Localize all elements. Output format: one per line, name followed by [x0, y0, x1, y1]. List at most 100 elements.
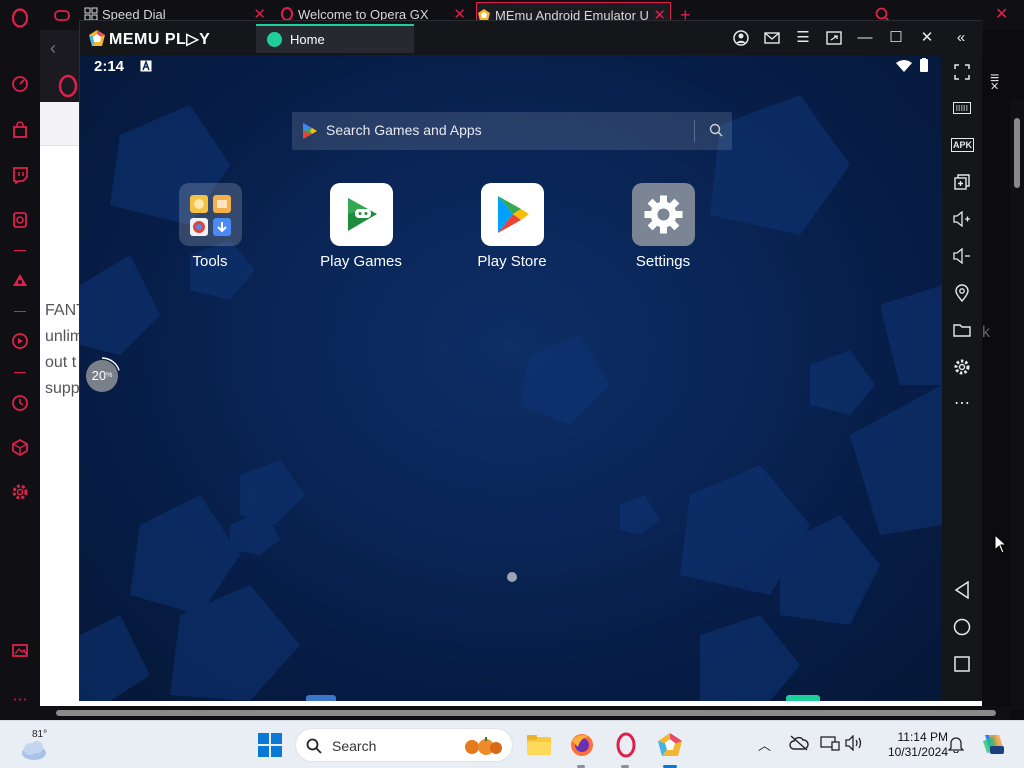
speedometer-icon[interactable]	[10, 74, 30, 94]
dock-strip	[126, 687, 926, 701]
mail-icon[interactable]	[761, 27, 783, 49]
volume-down-icon[interactable]	[951, 245, 973, 267]
twitch-icon[interactable]	[10, 165, 30, 185]
keyboard-icon[interactable]	[951, 97, 973, 119]
show-hidden-icons-chevron[interactable]: ︿	[758, 735, 771, 754]
android-back-icon[interactable]	[951, 579, 973, 601]
copilot-icon[interactable]	[980, 731, 1006, 762]
play-store-icon	[480, 183, 544, 246]
more-options-icon[interactable]: ⋯	[951, 393, 973, 415]
app-tools[interactable]: Tools	[155, 183, 265, 270]
home-tab-icon	[267, 32, 282, 47]
android-recents-icon[interactable]	[951, 653, 973, 675]
android-home-icon[interactable]	[951, 616, 973, 638]
app-play-games[interactable]: Play Games	[306, 183, 416, 270]
horizontal-scrollbar[interactable]	[40, 706, 1010, 720]
account-icon[interactable]	[730, 27, 752, 49]
memu-logo: MEMU PL▷Y	[88, 29, 210, 49]
player-icon[interactable]	[10, 331, 30, 351]
collapse-sidebar-icon[interactable]: «	[950, 27, 972, 49]
wifi-icon	[896, 59, 912, 76]
shopping-bag-icon[interactable]	[10, 120, 30, 140]
volume-up-icon[interactable]	[951, 208, 973, 230]
maximize-button[interactable]: ☐	[885, 27, 907, 49]
app-play-store[interactable]: Play Store	[457, 183, 567, 270]
halloween-pumpkins-icon	[460, 735, 504, 762]
minimize-button[interactable]: —	[854, 27, 876, 49]
android-screen[interactable]: 2:14 Search Games and Apps Tools Play Ga…	[80, 55, 942, 701]
play-store-icon	[303, 123, 317, 144]
sidebar-divider	[14, 311, 26, 312]
fullscreen-icon[interactable]	[951, 61, 973, 83]
memu-logo-icon	[88, 29, 106, 47]
taskbar-search[interactable]: Search	[295, 728, 513, 762]
app-label: Play Games	[320, 253, 402, 270]
messenger-icon[interactable]	[10, 270, 30, 290]
system-clock[interactable]: 11:14 PM 10/31/2024	[868, 730, 948, 760]
memu-window: MEMU PL▷Y Home ☰ — ☐ ✕ « 2:14 Search Gam…	[79, 20, 983, 701]
opera-sidebar: ⋯	[0, 0, 40, 720]
notification-a-icon	[140, 59, 152, 76]
settings-gear-icon	[631, 183, 695, 246]
search-divider	[694, 120, 695, 142]
scrollbar-thumb[interactable]	[1014, 118, 1020, 188]
vertical-scrollbar[interactable]	[1010, 100, 1024, 710]
back-icon[interactable]: ‹	[50, 38, 70, 58]
weather-temp: 81°	[32, 729, 48, 740]
speaker-icon[interactable]	[845, 734, 865, 756]
apk-install-icon[interactable]: APK	[951, 134, 975, 156]
firefox-icon[interactable]	[568, 731, 596, 759]
clock-time: 11:14 PM	[897, 730, 948, 744]
gallery-icon[interactable]	[10, 640, 30, 660]
play-games-icon	[329, 183, 393, 246]
notification-bell-icon[interactable]	[947, 735, 965, 758]
app-label: Tools	[192, 253, 228, 270]
opera-gx-icon[interactable]	[612, 731, 640, 759]
gx-control-icon[interactable]	[10, 210, 30, 230]
file-explorer-icon[interactable]	[525, 731, 553, 759]
location-icon[interactable]	[951, 282, 973, 304]
grid-icon	[84, 4, 98, 21]
resize-icon[interactable]	[823, 27, 845, 49]
search-icon	[306, 738, 322, 759]
folder-icon[interactable]	[951, 319, 973, 341]
sidebar-divider	[14, 250, 26, 251]
network-icon[interactable]	[820, 735, 840, 756]
close-window-icon[interactable]: ✕	[995, 2, 1015, 28]
windows-start-icon[interactable]	[258, 733, 282, 757]
app-label: Settings	[635, 253, 691, 270]
opera-logo-icon	[56, 74, 80, 103]
search-label: Search	[332, 738, 377, 754]
cube-extensions-icon[interactable]	[10, 437, 30, 457]
cloud-sync-off-icon[interactable]	[789, 735, 809, 756]
search-icon[interactable]	[709, 123, 723, 142]
tab-home[interactable]: Home	[256, 24, 414, 53]
sidebar-divider	[14, 372, 26, 373]
gamepad-icon[interactable]	[52, 5, 72, 25]
page-text-right: k	[982, 324, 990, 341]
close-panel-icon[interactable]: ✕	[990, 80, 999, 93]
more-icon[interactable]: ⋯	[10, 690, 30, 710]
settings-icon[interactable]	[951, 356, 973, 378]
mouse-cursor	[994, 533, 1008, 559]
close-button[interactable]: ✕	[916, 27, 938, 49]
memu-icon	[477, 5, 491, 21]
memu-right-toolbar: APK ⋯	[942, 55, 982, 701]
history-icon[interactable]	[10, 393, 30, 413]
menu-icon[interactable]: ☰	[792, 27, 814, 49]
windows-taskbar: 81° Search ︿ 11:14 PM 10/31/2024	[0, 720, 1024, 768]
app-search-bar[interactable]: Search Games and Apps	[292, 112, 732, 150]
home-tab-label: Home	[290, 32, 325, 47]
android-status-bar: 2:14	[80, 55, 942, 79]
scrollbar-thumb[interactable]	[56, 710, 996, 716]
app-label: Play Store	[477, 253, 547, 270]
battery-icon	[920, 58, 928, 76]
opera-logo-icon[interactable]	[10, 8, 30, 28]
multi-instance-icon[interactable]	[951, 171, 973, 193]
tools-folder-icon	[178, 183, 242, 246]
weather-widget[interactable]: 81°	[18, 727, 58, 763]
clock-date: 10/31/2024	[887, 745, 948, 759]
app-settings[interactable]: Settings	[608, 183, 718, 270]
memu-icon[interactable]	[656, 731, 684, 759]
gear-icon[interactable]	[10, 482, 30, 502]
